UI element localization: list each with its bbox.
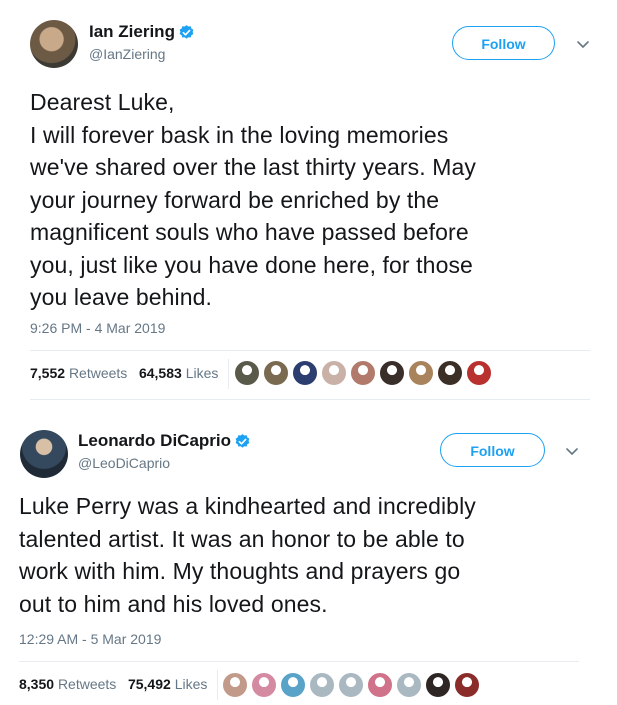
liker-avatar[interactable] <box>338 672 364 698</box>
liker-avatar[interactable] <box>251 672 277 698</box>
engagement-stats: 7,552 Retweets 64,583 Likes <box>30 358 235 390</box>
liker-avatar[interactable] <box>292 360 318 386</box>
likes-count: 64,583 <box>138 365 182 381</box>
divider <box>30 350 590 351</box>
tweet-card: Leonardo DiCaprio @LeoDiCaprio Follow Lu… <box>0 0 617 701</box>
divider <box>30 399 590 400</box>
likes-label: Likes <box>185 365 219 381</box>
liker-avatar[interactable] <box>350 360 376 386</box>
handle[interactable]: @LeoDiCaprio <box>78 455 251 471</box>
liker-avatar[interactable] <box>396 672 422 698</box>
liker-avatar[interactable] <box>454 672 480 698</box>
retweets-stat[interactable]: 7,552 Retweets <box>30 365 127 381</box>
liker-avatar[interactable] <box>425 672 451 698</box>
liker-avatar[interactable] <box>437 360 463 386</box>
liker-avatar[interactable] <box>234 360 260 386</box>
verified-badge-icon <box>235 433 250 448</box>
liker-avatar[interactable] <box>309 672 335 698</box>
follow-button[interactable]: Follow <box>440 433 545 467</box>
stats-separator <box>217 670 219 701</box>
display-name[interactable]: Leonardo DiCaprio <box>78 431 231 451</box>
likes-label: Likes <box>174 676 208 692</box>
retweets-stat[interactable]: 8,350 Retweets <box>19 676 116 692</box>
liker-avatar[interactable] <box>321 360 347 386</box>
liker-avatar[interactable] <box>367 672 393 698</box>
liker-avatar[interactable] <box>379 360 405 386</box>
likers-avatars <box>234 360 494 386</box>
liker-avatar[interactable] <box>263 360 289 386</box>
likes-stat[interactable]: 75,492 Likes <box>128 676 207 692</box>
likes-count: 75,492 <box>127 676 171 692</box>
retweets-label: Retweets <box>68 365 128 381</box>
retweets-label: Retweets <box>57 676 117 692</box>
divider <box>19 661 579 662</box>
timestamp[interactable]: 12:29 AM - 5 Mar 2019 <box>19 631 161 647</box>
likes-stat[interactable]: 64,583 Likes <box>139 365 218 381</box>
likers-avatars <box>222 672 482 698</box>
engagement-stats: 8,350 Retweets 75,492 Likes <box>19 669 224 701</box>
liker-avatar[interactable] <box>408 360 434 386</box>
timestamp[interactable]: 9:26 PM - 4 Mar 2019 <box>30 320 165 336</box>
author-block[interactable]: Leonardo DiCaprio @LeoDiCaprio <box>78 431 251 471</box>
liker-avatar[interactable] <box>280 672 306 698</box>
chevron-down-icon[interactable] <box>565 447 579 457</box>
stats-separator <box>228 359 230 390</box>
liker-avatar[interactable] <box>466 360 492 386</box>
tweet-text: Luke Perry was a kindhearted and incredi… <box>19 493 476 617</box>
liker-avatar[interactable] <box>222 672 248 698</box>
avatar[interactable] <box>20 430 68 478</box>
retweets-count: 8,350 <box>19 676 55 692</box>
retweets-count: 7,552 <box>30 365 66 381</box>
